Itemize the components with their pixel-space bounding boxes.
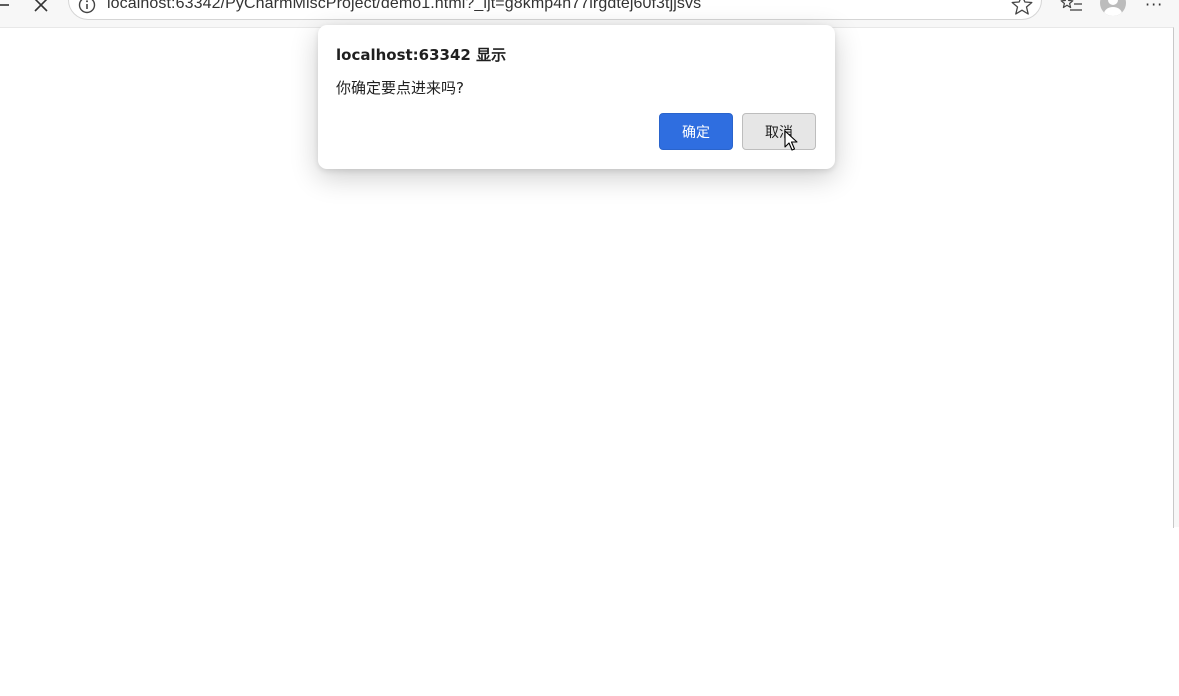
ok-button[interactable]: 确定	[659, 113, 733, 150]
favorites-icon[interactable]	[1060, 0, 1084, 15]
dialog-message: 你确定要点进来吗?	[336, 79, 464, 97]
cancel-button[interactable]: 取消	[742, 113, 816, 150]
more-icon[interactable]: ···	[1145, 0, 1165, 13]
stop-loading-button[interactable]	[30, 0, 52, 16]
browser-window: localhost:63342/PyCharmMiscProject/demo1…	[0, 0, 1179, 696]
scrollbar-track[interactable]	[1174, 27, 1179, 527]
confirm-dialog: localhost:63342 显示 你确定要点进来吗? 确定 取消	[318, 25, 835, 169]
browser-toolbar: localhost:63342/PyCharmMiscProject/demo1…	[0, 0, 1179, 27]
star-icon[interactable]	[1010, 0, 1034, 16]
avatar[interactable]	[1100, 0, 1126, 16]
close-icon	[34, 0, 48, 12]
url-text[interactable]: localhost:63342/PyCharmMiscProject/demo1…	[107, 0, 701, 13]
profile-icon	[1104, 0, 1122, 16]
minimize-edge	[0, 4, 9, 6]
info-icon[interactable]	[78, 0, 96, 14]
dialog-title: localhost:63342 显示	[336, 46, 507, 64]
